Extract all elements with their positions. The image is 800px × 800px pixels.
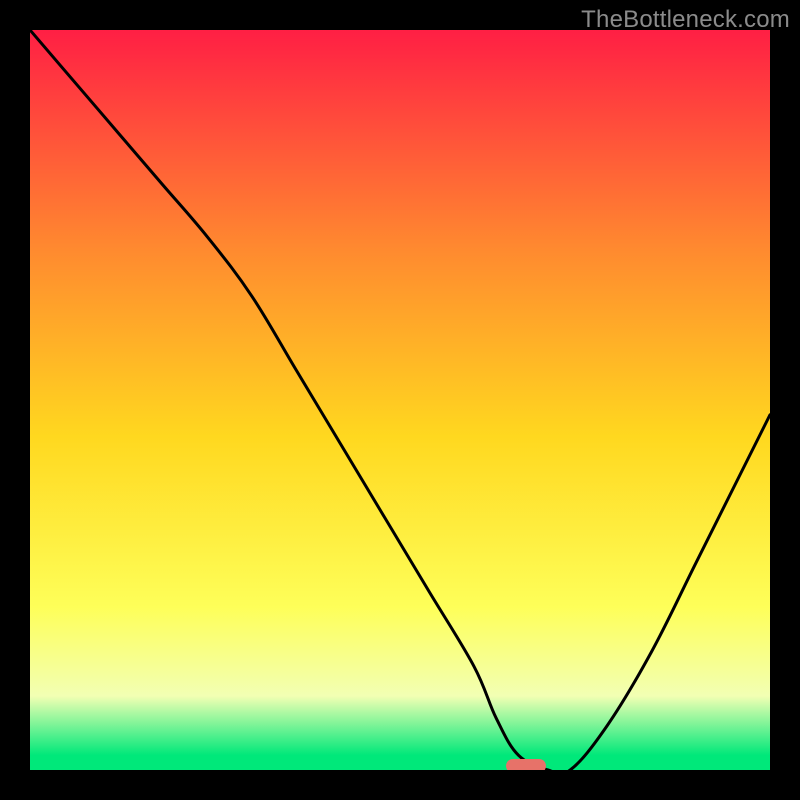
optimal-marker bbox=[506, 759, 546, 770]
bottleneck-curve bbox=[30, 30, 770, 770]
chart-frame: TheBottleneck.com bbox=[0, 0, 800, 800]
plot-area bbox=[30, 30, 770, 770]
